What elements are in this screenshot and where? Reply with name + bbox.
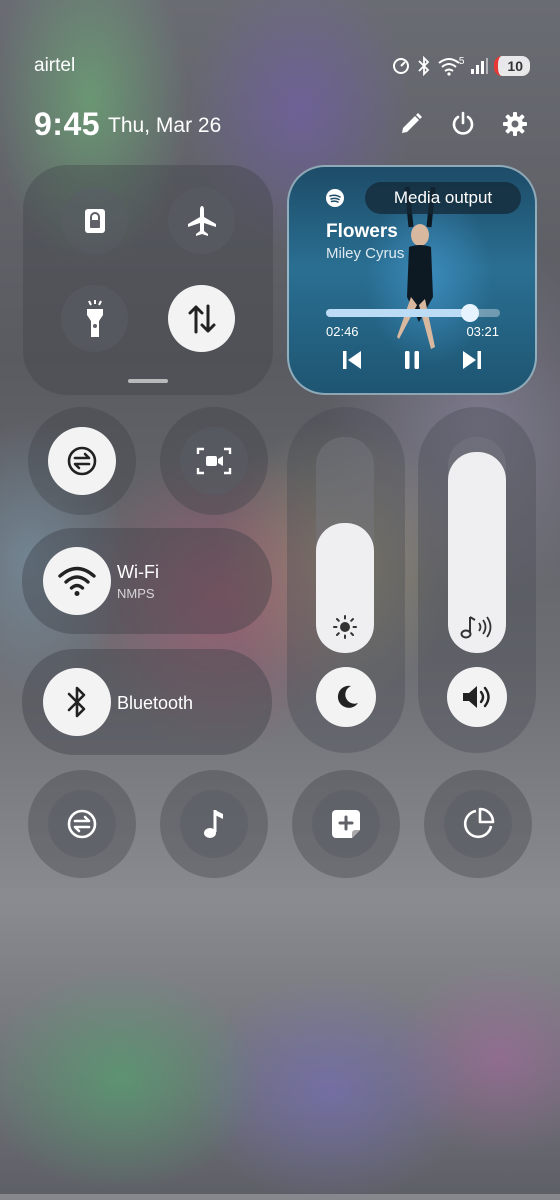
gear-icon <box>503 112 527 136</box>
sync-shortcut-button[interactable] <box>48 790 116 858</box>
wifi-tile[interactable]: Wi-Fi NMPS <box>22 528 272 634</box>
elapsed-time: 02:46 <box>326 324 359 339</box>
bluetooth-toggle[interactable] <box>43 668 111 736</box>
wifi-network-name: NMPS <box>117 586 155 601</box>
seekbar-fill <box>326 309 470 317</box>
seekbar-thumb[interactable] <box>460 304 479 322</box>
lock-icon <box>84 208 105 233</box>
previous-track-button[interactable] <box>341 349 363 376</box>
sync-icon <box>67 446 97 476</box>
sticker-add-icon <box>332 810 360 838</box>
sun-icon <box>333 615 357 639</box>
sticker-add-button[interactable] <box>312 790 380 858</box>
spotify-icon <box>326 189 344 207</box>
wifi-label: Wi-Fi <box>117 562 159 582</box>
signal-icon <box>471 58 489 74</box>
wifi-status-icon <box>438 58 460 76</box>
wifi-badge: 5 <box>458 55 465 67</box>
speaker-icon <box>463 686 490 708</box>
screen-recorder-toggle[interactable] <box>180 427 248 495</box>
pie-chart-icon <box>463 807 495 839</box>
bluetooth-tile[interactable]: Bluetooth <box>22 649 272 755</box>
clock: 9:45 <box>34 105 101 142</box>
airplane-mode-toggle[interactable] <box>168 187 235 254</box>
media-output-button[interactable]: Media output <box>365 182 521 214</box>
pause-button[interactable] <box>401 349 423 376</box>
skip-previous-icon <box>343 351 361 369</box>
status-bar: airtel 5 10 <box>34 52 530 80</box>
brightness-slider[interactable] <box>316 437 374 653</box>
sound-mode-toggle[interactable] <box>447 667 507 727</box>
edit-button[interactable] <box>396 109 426 139</box>
media-player-card[interactable]: Media output Flowers Miley Cyrus 02:46 0… <box>287 165 537 395</box>
battery-indicator: 10 <box>494 56 530 76</box>
song-artist: Miley Cyrus <box>326 245 405 262</box>
bluetooth-label: Bluetooth <box>117 693 194 713</box>
screen-record-icon <box>196 447 232 475</box>
wifi-icon <box>58 566 96 596</box>
data-saver-icon <box>392 58 409 74</box>
flashlight-toggle[interactable] <box>61 285 128 352</box>
sync-icon <box>67 809 97 839</box>
music-note-icon <box>204 810 223 838</box>
settings-button[interactable] <box>500 109 530 139</box>
playback-seekbar[interactable] <box>326 304 500 322</box>
data-usage-button[interactable] <box>444 790 512 858</box>
flashlight-icon <box>86 299 103 337</box>
carrier-name: airtel <box>34 55 76 76</box>
wifi-toggle[interactable] <box>43 547 111 615</box>
data-arrows-icon <box>188 304 215 333</box>
status-icons: 5 10 <box>391 56 530 76</box>
total-time: 03:21 <box>466 324 499 339</box>
pause-icon <box>405 351 419 369</box>
auto-sync-toggle[interactable] <box>48 427 116 495</box>
song-title: Flowers <box>326 221 398 242</box>
quick-toggles-panel <box>23 165 273 395</box>
pencil-icon <box>402 113 422 133</box>
airplane-icon <box>187 205 216 236</box>
volume-slider[interactable] <box>448 437 506 653</box>
panel-header: 9:45 Thu, Mar 26 <box>34 104 530 144</box>
power-icon <box>452 111 474 135</box>
navigation-bar <box>0 1194 560 1200</box>
bluetooth-status-icon <box>418 56 430 76</box>
power-button[interactable] <box>448 109 478 139</box>
moon-icon <box>337 685 358 708</box>
music-shortcut-button[interactable] <box>180 790 248 858</box>
bluetooth-icon <box>67 686 86 718</box>
skip-next-icon <box>463 351 481 369</box>
date: Thu, Mar 26 <box>108 114 222 137</box>
music-note-volume-icon <box>460 616 492 639</box>
screen-lock-toggle[interactable] <box>61 187 128 254</box>
dark-mode-toggle[interactable] <box>316 667 376 727</box>
next-track-button[interactable] <box>461 349 483 376</box>
panel-drag-handle[interactable] <box>128 379 168 383</box>
mobile-data-toggle[interactable] <box>168 285 235 352</box>
